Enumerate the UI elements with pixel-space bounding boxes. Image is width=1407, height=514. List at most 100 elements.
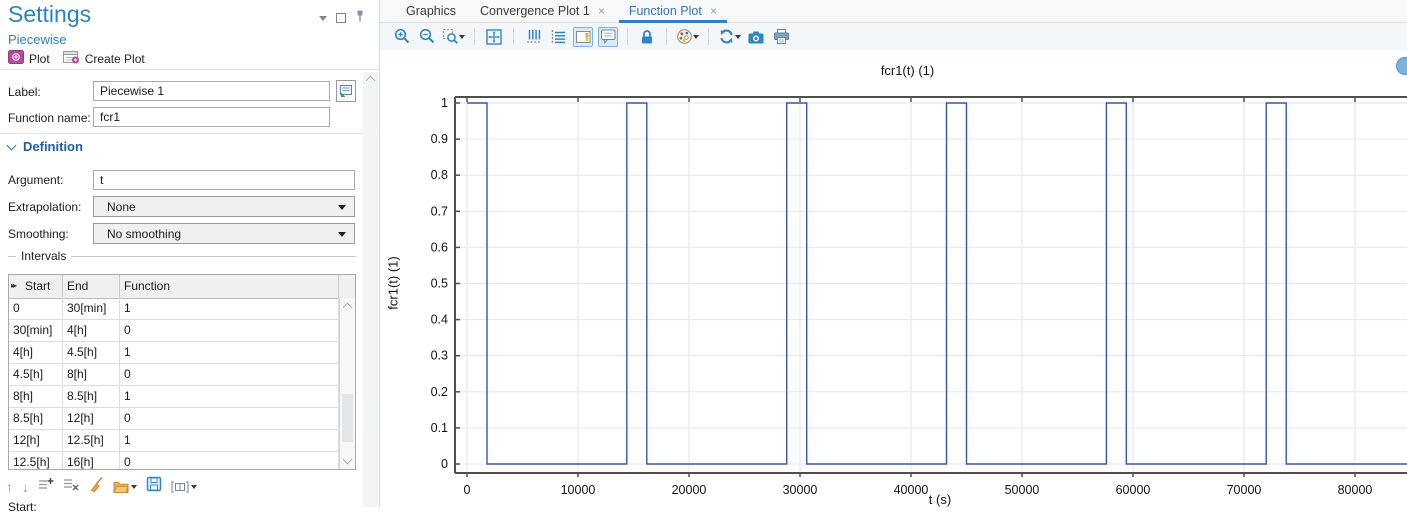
svg-text:0: 0	[464, 483, 471, 497]
chevron-down-icon[interactable]	[319, 16, 327, 21]
print-button[interactable]	[771, 27, 791, 47]
lock-button[interactable]	[637, 27, 657, 47]
argument-input[interactable]	[93, 170, 355, 190]
smoothing-value: No smoothing	[107, 227, 181, 241]
cell-start[interactable]: 12.5[h]	[9, 452, 63, 469]
tab-convergence-plot-1[interactable]: Convergence Plot 1 ×	[468, 0, 617, 22]
cell-start[interactable]: 8[h]	[9, 386, 63, 407]
cell-start[interactable]: 8.5[h]	[9, 408, 63, 429]
table-row[interactable]: 12[h] 12.5[h] 1	[9, 430, 339, 452]
plot-tab-bar: Graphics Convergence Plot 1 × Function P…	[380, 0, 1407, 23]
scrollbar-thumb[interactable]	[342, 394, 353, 442]
cell-end[interactable]: 8.5[h]	[63, 386, 120, 407]
cell-end[interactable]: 8[h]	[63, 364, 120, 385]
table-row[interactable]: 8.5[h] 12[h] 0	[9, 408, 339, 430]
cell-function[interactable]: 0	[120, 408, 339, 429]
move-up-button[interactable]: ↑	[6, 478, 13, 496]
cell-end[interactable]: 12.5[h]	[63, 430, 120, 451]
cell-end[interactable]: 4.5[h]	[63, 342, 120, 363]
pin-icon[interactable]	[355, 9, 365, 27]
function-name-input[interactable]	[93, 107, 330, 127]
table-row[interactable]: 0 30[min] 1	[9, 298, 339, 320]
column-header-start[interactable]: ▸▸ Start	[9, 275, 63, 298]
smoothing-select[interactable]: No smoothing	[93, 223, 355, 244]
cell-start[interactable]: 4.5[h]	[9, 364, 63, 385]
camera-icon	[747, 29, 765, 45]
cell-start[interactable]: 4[h]	[9, 342, 63, 363]
save-table-button[interactable]	[146, 476, 162, 497]
table-row[interactable]: 8[h] 8.5[h] 1	[9, 386, 339, 408]
scroll-up-icon[interactable]	[343, 303, 353, 313]
table-options-button[interactable]	[171, 480, 197, 494]
cell-function[interactable]: 1	[120, 298, 339, 319]
plot-icon	[8, 50, 24, 67]
add-row-button[interactable]	[38, 476, 54, 497]
column-header-function[interactable]: Function	[120, 275, 339, 298]
cell-function[interactable]: 1	[120, 386, 339, 407]
delete-row-button[interactable]	[63, 476, 79, 497]
start-field-label: Start:	[8, 500, 37, 514]
cell-function[interactable]: 1	[120, 430, 339, 451]
cell-end[interactable]: 16[h]	[63, 452, 120, 469]
annotation-toggle[interactable]	[598, 27, 618, 47]
tab-close-icon[interactable]: ×	[598, 4, 605, 18]
column-header-end[interactable]: End	[63, 275, 120, 298]
cell-function[interactable]: 0	[120, 364, 339, 385]
cell-end[interactable]: 30[min]	[63, 298, 120, 319]
move-down-button[interactable]: ↓	[22, 478, 29, 496]
clear-table-button[interactable]	[88, 476, 104, 497]
cell-function[interactable]: 0	[120, 452, 339, 469]
zoom-out-button[interactable]	[417, 27, 437, 47]
cell-end[interactable]: 12[h]	[63, 408, 120, 429]
table-row[interactable]: 30[min] 4[h] 0	[9, 320, 339, 342]
y-grid-toggle[interactable]	[548, 27, 568, 47]
scroll-up-icon[interactable]	[366, 76, 376, 86]
scroll-down-icon[interactable]	[343, 455, 353, 465]
plot-button[interactable]: Plot	[29, 52, 50, 66]
load-file-button[interactable]	[113, 480, 137, 494]
rename-label-button[interactable]	[336, 80, 356, 102]
svg-text:0.8: 0.8	[431, 168, 448, 182]
create-plot-button[interactable]: Create Plot	[85, 52, 145, 66]
zoom-box-button[interactable]	[442, 27, 465, 47]
printer-icon	[773, 28, 790, 45]
palette-button[interactable]	[676, 27, 699, 47]
label-field-label: Label:	[8, 85, 41, 99]
camera-button[interactable]	[746, 27, 766, 47]
cell-start[interactable]: 30[min]	[9, 320, 63, 341]
zoom-extents-button[interactable]	[484, 27, 504, 47]
cell-end[interactable]: 4[h]	[63, 320, 120, 341]
cell-start[interactable]: 0	[9, 298, 63, 319]
table-scrollbar[interactable]	[339, 298, 355, 469]
settings-scrollbar[interactable]	[363, 72, 378, 507]
extrapolation-select[interactable]: None	[93, 196, 355, 217]
cell-function[interactable]: 1	[120, 342, 339, 363]
x-axis-label: t (s)	[875, 492, 1005, 507]
legend-toggle[interactable]	[573, 27, 593, 47]
table-row[interactable]: 4[h] 4.5[h] 1	[9, 342, 339, 364]
label-input[interactable]	[93, 81, 330, 101]
tab-label: Convergence Plot 1	[480, 4, 590, 18]
y-axis-grid-icon	[550, 28, 567, 45]
zoom-in-button[interactable]	[392, 27, 412, 47]
argument-field-label: Argument:	[8, 173, 63, 187]
broom-icon	[88, 476, 104, 492]
svg-text:0: 0	[441, 457, 448, 471]
tab-graphics[interactable]: Graphics	[394, 0, 468, 22]
x-grid-toggle[interactable]	[523, 27, 543, 47]
function-name-field-label: Function name:	[8, 111, 91, 125]
function-plot-canvas[interactable]: 0100002000030000400005000060000700008000…	[380, 50, 1407, 507]
table-row[interactable]: 4.5[h] 8[h] 0	[9, 364, 339, 386]
float-window-icon[interactable]	[336, 13, 346, 23]
table-row[interactable]: 12.5[h] 16[h] 0	[9, 452, 339, 469]
cell-function[interactable]: 0	[120, 320, 339, 341]
tab-close-icon[interactable]: ×	[710, 4, 717, 18]
tab-function-plot[interactable]: Function Plot ×	[617, 0, 729, 22]
intervals-table-header: ▸▸ Start End Function	[9, 275, 355, 299]
node-type-label: Piecewise	[8, 32, 67, 47]
cell-start[interactable]: 12[h]	[9, 430, 63, 451]
refresh-button[interactable]	[718, 27, 741, 47]
chevron-down-icon	[191, 485, 197, 489]
definition-section-header[interactable]: Definition	[8, 139, 83, 154]
chevron-down-icon	[459, 35, 465, 39]
